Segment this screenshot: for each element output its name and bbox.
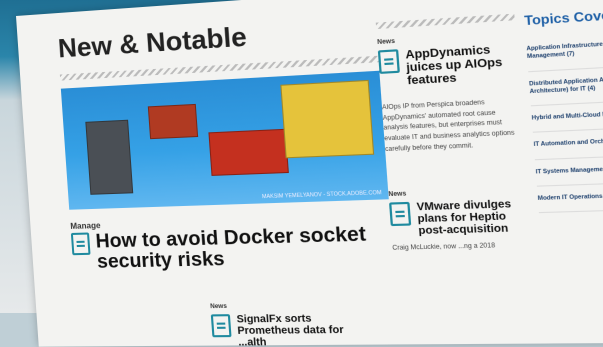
news-column: News AppDynamics juices up AIOps feature… (375, 13, 533, 255)
document-icon (210, 314, 232, 338)
article-headline-row[interactable]: How to avoid Docker socket security risk… (70, 224, 394, 273)
news-kicker: News (210, 303, 228, 311)
topic-item[interactable]: Application Infrastructure Planning and … (525, 27, 603, 72)
topic-label: IT Systems Management and Monitoring (5) (535, 164, 603, 176)
news-card-2[interactable]: News VMware divulges plans for Heptio po… (388, 187, 532, 255)
news-title[interactable]: VMware divulges plans for Heptio post-ac… (416, 198, 531, 238)
divider (375, 13, 515, 30)
bottom-news-card[interactable]: News SignalFx sorts Prometheus data for … (210, 302, 366, 347)
hero-image[interactable]: MAKSIM YEMELYANOV - STOCK.ADOBE.COM (60, 70, 389, 210)
new-notable-section: New & Notable MAKSIM YEMELYANOV - STOCK.… (56, 12, 394, 347)
container-red (147, 103, 199, 140)
topics-sidebar: Topics Covered Application Infrastructur… (523, 2, 603, 214)
topic-label: Distributed Application Architecture (Sc… (528, 73, 603, 96)
topic-label: Application Infrastructure Planning and … (526, 39, 603, 61)
news-summary: AIOps IP from Perspica broadens AppDynam… (381, 100, 515, 153)
news-title[interactable]: AppDynamics juices up AIOps features (405, 42, 519, 88)
container-yellow (280, 79, 375, 159)
news-kicker: News (388, 191, 407, 199)
document-icon (389, 202, 412, 227)
topic-label: Modern IT Operations Skills (2) (537, 192, 603, 203)
topic-item[interactable]: Modern IT Operations Skills (2)+ (536, 181, 603, 214)
container-orange (208, 128, 289, 176)
topic-label: IT Automation and Orchestration (2) (533, 137, 603, 149)
webpage: New & Notable MAKSIM YEMELYANOV - STOCK.… (16, 0, 603, 347)
news-title[interactable]: SignalFx sorts Prometheus data for ...al… (236, 313, 366, 346)
document-icon (70, 232, 91, 256)
topics-title: Topics Covered (523, 5, 603, 29)
news-headline-row[interactable]: AppDynamics juices up AIOps features (377, 42, 520, 89)
article-headline[interactable]: How to avoid Docker socket security risk… (95, 224, 394, 273)
section-title: New & Notable (56, 20, 248, 64)
topic-label: Hybrid and Multi-Cloud Management (531, 110, 603, 122)
container-gray (85, 119, 134, 195)
document-icon (377, 49, 400, 74)
image-credit: MAKSIM YEMELYANOV - STOCK.ADOBE.COM (261, 189, 382, 201)
news-summary: Craig McLuckie, now ...ng a 2018 (392, 243, 496, 253)
